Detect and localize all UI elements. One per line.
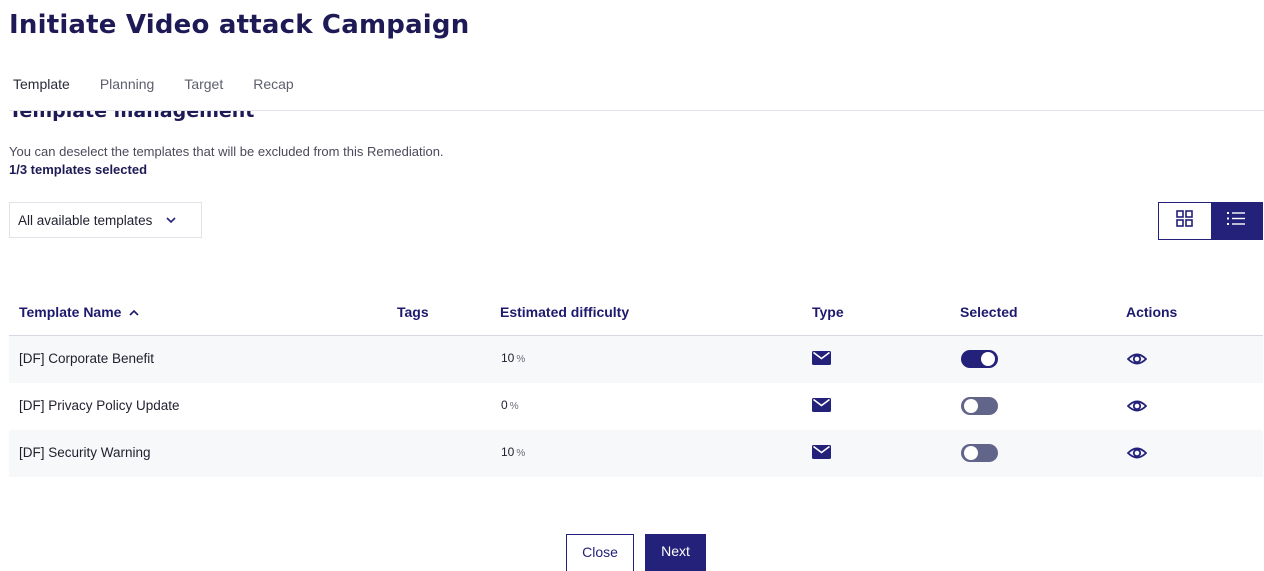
tab-planning[interactable]: Planning (100, 76, 155, 92)
col-tags: Tags (397, 304, 429, 320)
difficulty-value: 10% (501, 445, 525, 459)
col-template-name[interactable]: Template Name (19, 304, 140, 320)
view-toggle (1158, 202, 1263, 240)
difficulty-unit: % (509, 401, 519, 412)
next-button[interactable]: Next (645, 534, 706, 571)
difficulty-unit: % (516, 448, 526, 459)
table-header: Template Name Tags Estimated difficulty … (9, 291, 1263, 336)
selected-toggle[interactable] (961, 397, 998, 415)
col-actions: Actions (1126, 304, 1178, 320)
list-view-icon (1227, 211, 1246, 231)
col-selected: Selected (960, 304, 1018, 320)
toggle-knob (964, 446, 978, 460)
tab-recap[interactable]: Recap (253, 76, 293, 92)
section-description: You can deselect the templates that will… (9, 144, 444, 159)
difficulty-number: 10 (501, 445, 515, 459)
eye-icon[interactable] (1126, 446, 1148, 465)
difficulty-value: 10% (501, 351, 525, 365)
eye-icon[interactable] (1126, 352, 1148, 371)
section-title: Template management (9, 111, 255, 122)
grid-view-button[interactable] (1159, 203, 1211, 239)
toggle-knob (981, 352, 995, 366)
col-estimated-difficulty: Estimated difficulty (500, 304, 630, 320)
difficulty-value: 0% (501, 398, 519, 412)
template-name: [DF] Corporate Benefit (19, 351, 155, 366)
email-icon (812, 398, 831, 417)
table-row: [DF] Privacy Policy Update 0% (9, 383, 1263, 430)
email-icon (812, 445, 831, 464)
eye-icon[interactable] (1126, 399, 1148, 418)
list-view-button[interactable] (1210, 203, 1262, 239)
close-button[interactable]: Close (566, 534, 634, 571)
col-template-name-label: Template Name (19, 304, 122, 320)
col-type: Type (812, 304, 844, 320)
template-name: [DF] Privacy Policy Update (19, 398, 180, 413)
tab-template[interactable]: Template (13, 76, 70, 92)
toggle-knob (964, 399, 978, 413)
selected-toggle[interactable] (961, 350, 998, 368)
selected-count: 1/3 templates selected (9, 162, 148, 177)
email-icon (812, 351, 831, 370)
content-area: Template management You can deselect the… (0, 111, 1264, 571)
table-row: [DF] Security Warning 10% (9, 430, 1263, 477)
difficulty-number: 10 (501, 351, 515, 365)
template-filter-select[interactable]: All available templates (9, 202, 202, 238)
page-title: Initiate Video attack Campaign (9, 10, 470, 40)
selected-toggle[interactable] (961, 444, 998, 462)
difficulty-number: 0 (501, 398, 508, 412)
templates-table: Template Name Tags Estimated difficulty … (9, 291, 1263, 477)
template-name: [DF] Security Warning (19, 445, 151, 460)
grid-view-icon (1176, 210, 1194, 232)
chevron-down-icon (166, 216, 176, 224)
template-filter-value: All available templates (18, 212, 153, 228)
table-row: [DF] Corporate Benefit 10% (9, 336, 1263, 383)
difficulty-unit: % (516, 354, 526, 365)
step-tabs: Template Planning Target Recap (13, 76, 324, 92)
sort-ascending-icon (129, 309, 140, 316)
tab-target[interactable]: Target (184, 76, 223, 92)
